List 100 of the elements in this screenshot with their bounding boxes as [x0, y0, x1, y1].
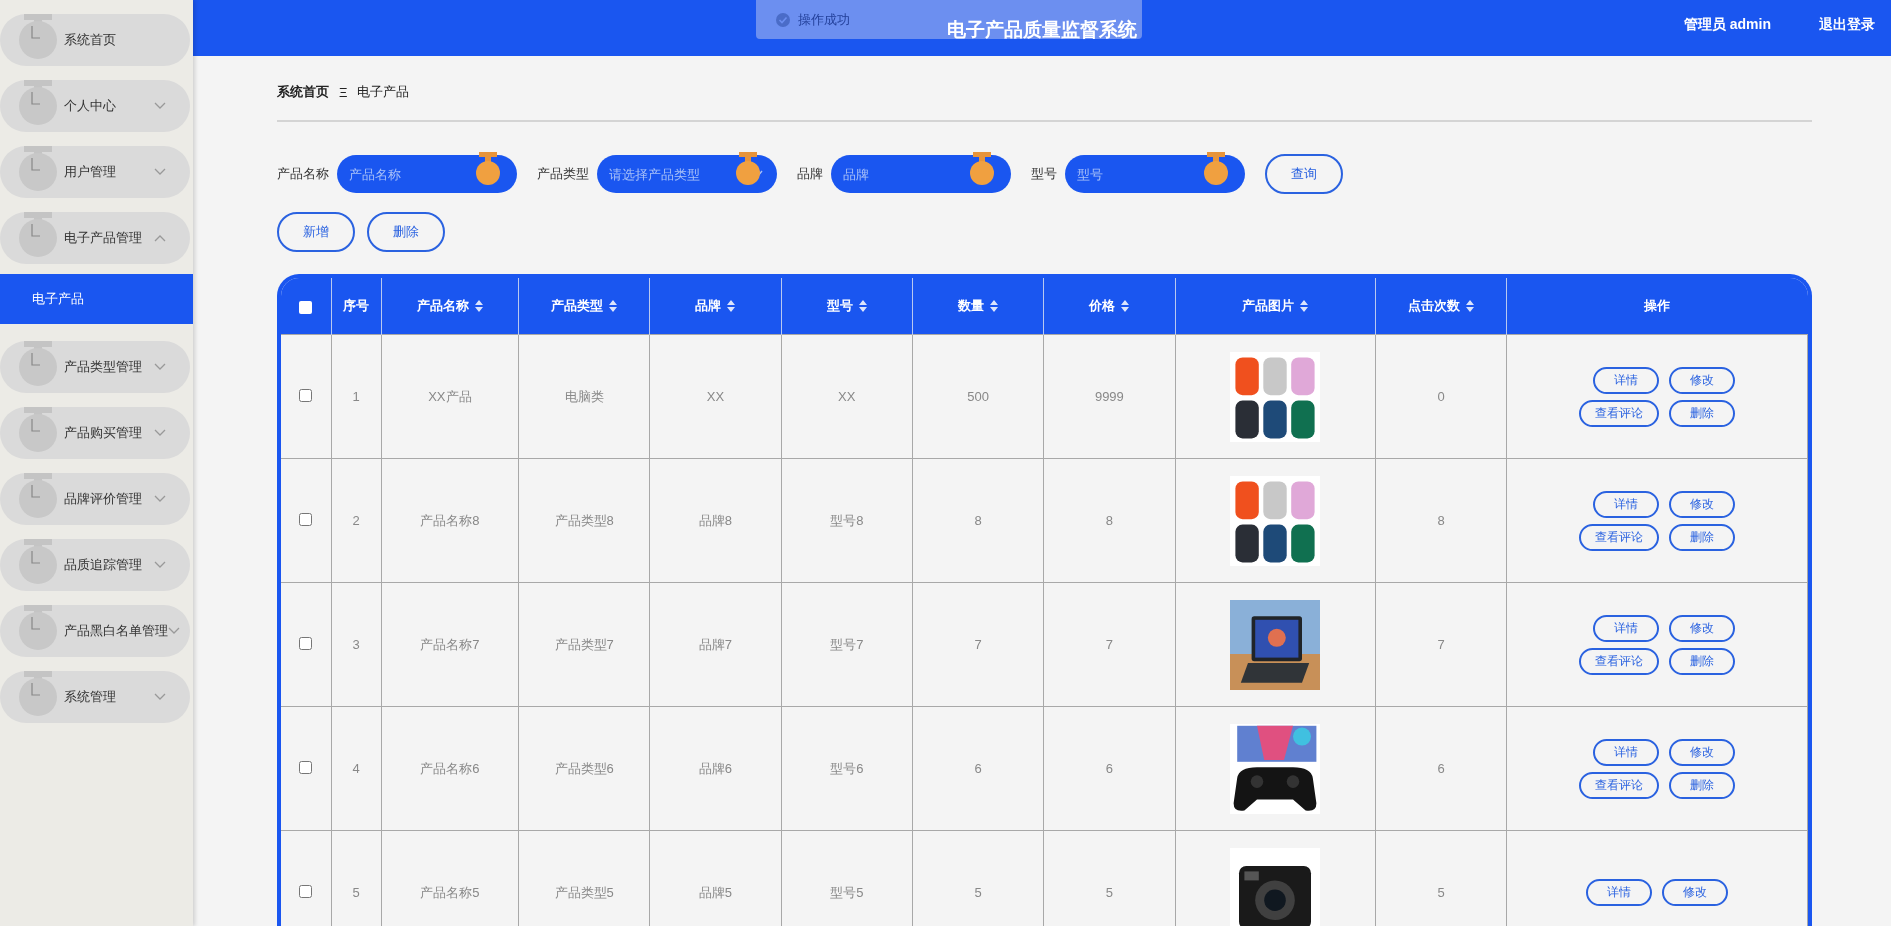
table-cell: 产品名称8	[420, 512, 480, 528]
table-cell: 产品类型5	[554, 884, 614, 900]
sidebar-item[interactable]: 产品购买管理	[0, 407, 190, 459]
row-action-button[interactable]: 修改	[1669, 490, 1736, 518]
row-action-button[interactable]: 详情	[1586, 879, 1653, 906]
select-field[interactable]: 请选择产品类型	[597, 155, 777, 193]
sidebar-item[interactable]: 系统管理	[0, 671, 190, 723]
row-action-button[interactable]: 查看评论	[1579, 399, 1660, 427]
breadcrumb-item[interactable]: 电子产品	[357, 83, 410, 101]
column-header[interactable]: 型号	[826, 297, 853, 315]
sidebar-subitem[interactable]: 电子产品	[0, 274, 193, 324]
logout-link[interactable]: 退出登录	[1819, 16, 1875, 34]
column-header: 序号	[343, 297, 370, 315]
row-action-button[interactable]: 修改	[1662, 879, 1729, 906]
table-cell: XX	[706, 389, 725, 404]
table-cell: 8	[974, 513, 982, 528]
table-cell: 型号8	[830, 512, 864, 528]
column-header[interactable]: 价格	[1089, 297, 1116, 315]
row-action-button[interactable]: 修改	[1669, 738, 1736, 766]
sidebar-item[interactable]: 产品黑白名单管理	[0, 605, 190, 657]
table-cell: 2	[352, 513, 360, 528]
sort-icon[interactable]	[1300, 300, 1309, 312]
sort-icon[interactable]	[474, 300, 483, 312]
circle-icon	[18, 80, 58, 126]
circle-icon	[18, 671, 58, 717]
column-header[interactable]: 产品图片	[1242, 297, 1295, 315]
action-button[interactable]: 新增	[277, 212, 355, 252]
column-header[interactable]: 产品类型	[551, 297, 604, 315]
table-cell: 5	[974, 885, 982, 900]
sidebar-item[interactable]: 产品类型管理	[0, 341, 190, 393]
table-cell: 型号6	[830, 760, 864, 776]
select-all-checkbox[interactable]	[299, 300, 313, 314]
row-checkbox[interactable]	[299, 884, 313, 898]
sort-icon[interactable]	[1466, 300, 1475, 312]
search-button[interactable]: 查询	[1265, 154, 1343, 194]
table-cell: 产品类型8	[554, 512, 614, 528]
table-cell: XX产品	[428, 388, 472, 404]
row-action-button[interactable]: 详情	[1593, 614, 1660, 642]
table-cell: XX	[838, 389, 856, 404]
table-cell: 品牌8	[698, 512, 733, 528]
row-action-button[interactable]: 详情	[1593, 738, 1660, 766]
table-cell: 产品名称6	[420, 760, 480, 776]
table-cell: 5	[1105, 885, 1113, 900]
table-cell: 7	[1437, 637, 1445, 652]
row-action-button[interactable]: 删除	[1669, 647, 1736, 675]
row-action-button[interactable]: 删除	[1669, 523, 1736, 551]
table-cell: 6	[1437, 761, 1445, 776]
table-cell: 品牌7	[698, 636, 733, 652]
table-cell: 电脑类	[564, 388, 604, 404]
column-header[interactable]: 点击次数	[1408, 297, 1461, 315]
row-checkbox[interactable]	[299, 512, 313, 526]
column-header: 操作	[1644, 297, 1671, 315]
action-button[interactable]: 删除	[367, 212, 445, 252]
sort-icon[interactable]	[990, 300, 999, 312]
row-action-button[interactable]: 修改	[1669, 366, 1736, 394]
sidebar-item[interactable]: 系统首页	[0, 14, 190, 66]
check-icon	[776, 12, 790, 27]
row-checkbox[interactable]	[299, 636, 313, 650]
table-cell: 0	[1437, 389, 1445, 404]
sidebar-item[interactable]: 个人中心	[0, 80, 190, 132]
table-cell: 6	[974, 761, 982, 776]
table-cell: 品牌6	[698, 760, 733, 776]
table-cell: 6	[1105, 761, 1113, 776]
row-checkbox[interactable]	[299, 388, 313, 402]
table-cell: 产品类型7	[554, 636, 614, 652]
row-checkbox[interactable]	[299, 760, 313, 774]
row-action-button[interactable]: 详情	[1593, 366, 1660, 394]
sidebar-item[interactable]: 品质追踪管理	[0, 539, 190, 591]
table-cell: 产品名称5	[420, 884, 480, 900]
input-field[interactable]: 型号	[1065, 155, 1245, 193]
circle-icon	[18, 407, 58, 453]
row-action-button[interactable]: 查看评论	[1579, 771, 1660, 799]
sidebar-item[interactable]: 品牌评价管理	[0, 473, 190, 525]
sidebar-item[interactable]: 电子产品管理	[0, 212, 190, 264]
input-field[interactable]: 产品名称	[337, 155, 517, 193]
table-cell: 9999	[1094, 389, 1124, 404]
sort-icon[interactable]	[858, 300, 867, 312]
circle-icon	[18, 473, 58, 519]
circle-icon	[18, 212, 58, 258]
table-cell: 型号7	[830, 636, 864, 652]
column-header[interactable]: 数量	[958, 297, 985, 315]
row-action-button[interactable]: 删除	[1669, 399, 1736, 427]
filter-label: 产品类型	[537, 165, 589, 183]
input-field[interactable]: 品牌	[831, 155, 1011, 193]
column-header[interactable]: 品牌	[695, 297, 722, 315]
row-action-button[interactable]: 查看评论	[1579, 647, 1660, 675]
circle-icon	[18, 539, 58, 585]
row-action-button[interactable]: 查看评论	[1579, 523, 1660, 551]
row-action-button[interactable]: 详情	[1593, 490, 1660, 518]
medal-icon	[1203, 152, 1229, 186]
sidebar-item[interactable]: 用户管理	[0, 146, 190, 198]
table-cell: 品牌5	[698, 884, 733, 900]
column-header[interactable]: 产品名称	[416, 297, 469, 315]
sort-icon[interactable]	[609, 300, 618, 312]
breadcrumb-item[interactable]: 系统首页	[277, 83, 329, 101]
table-cell: 1	[352, 389, 360, 404]
sort-icon[interactable]	[1121, 300, 1130, 312]
row-action-button[interactable]: 修改	[1669, 614, 1736, 642]
row-action-button[interactable]: 删除	[1669, 771, 1736, 799]
sort-icon[interactable]	[727, 300, 736, 312]
